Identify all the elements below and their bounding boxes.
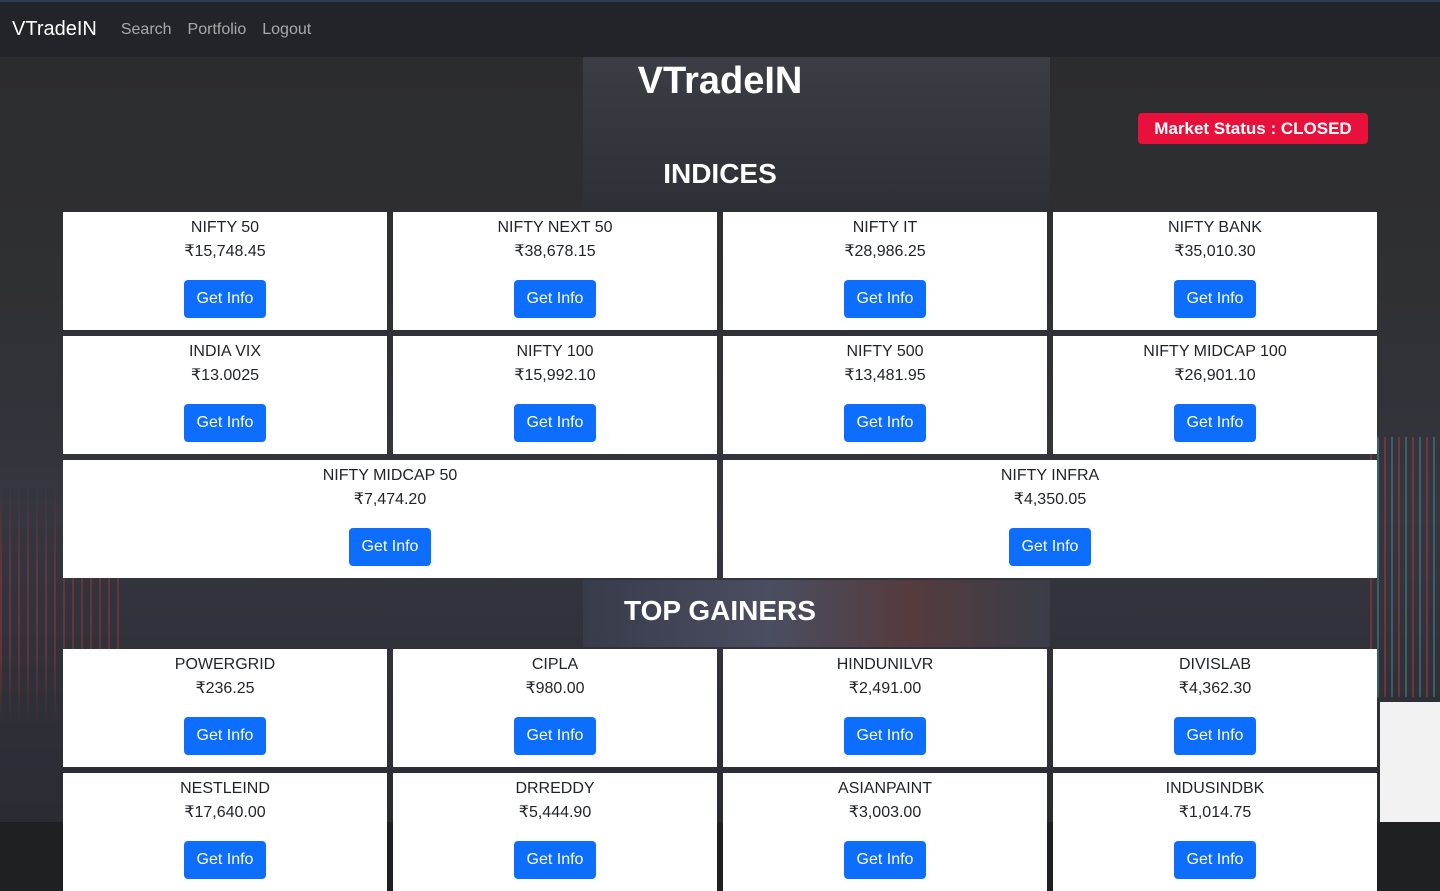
get-info-button[interactable]: Get Info bbox=[1173, 404, 1257, 442]
get-info-button[interactable]: Get Info bbox=[843, 280, 927, 318]
get-info-button[interactable]: Get Info bbox=[843, 404, 927, 442]
card-name: DIVISLAB bbox=[1178, 656, 1252, 673]
stock-card: ASIANPAINT ₹3,003.00 Get Info bbox=[723, 773, 1047, 891]
card-price: ₹980.00 bbox=[525, 680, 585, 697]
stock-card: NIFTY NEXT 50 ₹38,678.15 Get Info bbox=[393, 212, 717, 330]
card-name: INDIA VIX bbox=[188, 343, 262, 360]
navbar-brand[interactable]: VTradeIN bbox=[12, 18, 97, 41]
navbar: VTradeIN Search Portfolio Logout bbox=[0, 0, 1440, 57]
get-info-button[interactable]: Get Info bbox=[183, 717, 267, 755]
card-name: NIFTY 100 bbox=[516, 343, 594, 360]
card-price: ₹28,986.25 bbox=[844, 243, 926, 260]
card-price: ₹17,640.00 bbox=[184, 804, 266, 821]
card-price: ₹15,748.45 bbox=[184, 243, 266, 260]
stock-card: NIFTY MIDCAP 50 ₹7,474.20 Get Info bbox=[63, 460, 717, 578]
card-name: NIFTY NEXT 50 bbox=[497, 219, 613, 236]
stock-card: INDUSINDBK ₹1,014.75 Get Info bbox=[1053, 773, 1377, 891]
card-price: ₹236.25 bbox=[195, 680, 255, 697]
card-name: NIFTY 500 bbox=[846, 343, 924, 360]
card-name: NIFTY INFRA bbox=[1000, 467, 1100, 484]
indices-grid: NIFTY 50 ₹15,748.45 Get Info NIFTY NEXT 50 ₹… bbox=[60, 212, 1380, 578]
card-name: NIFTY MIDCAP 100 bbox=[1143, 343, 1287, 360]
stock-card: DIVISLAB ₹4,362.30 Get Info bbox=[1053, 649, 1377, 767]
card-price: ₹3,003.00 bbox=[848, 804, 922, 821]
get-info-button[interactable]: Get Info bbox=[513, 841, 597, 879]
stock-card: NIFTY MIDCAP 100 ₹26,901.10 Get Info bbox=[1053, 336, 1377, 454]
get-info-button[interactable]: Get Info bbox=[1173, 841, 1257, 879]
background-candles-right bbox=[1370, 437, 1440, 697]
card-name: POWERGRID bbox=[174, 656, 276, 673]
card-name: NIFTY IT bbox=[852, 219, 918, 236]
get-info-button[interactable]: Get Info bbox=[513, 280, 597, 318]
card-name: ASIANPAINT bbox=[838, 780, 932, 797]
stock-card: NIFTY BANK ₹35,010.30 Get Info bbox=[1053, 212, 1377, 330]
card-name: NIFTY BANK bbox=[1168, 219, 1262, 236]
get-info-button[interactable]: Get Info bbox=[1173, 280, 1257, 318]
stock-card: NIFTY INFRA ₹4,350.05 Get Info bbox=[723, 460, 1377, 578]
get-info-button[interactable]: Get Info bbox=[513, 404, 597, 442]
card-price: ₹26,901.10 bbox=[1174, 367, 1256, 384]
stock-card: NIFTY IT ₹28,986.25 Get Info bbox=[723, 212, 1047, 330]
nav-link-search[interactable]: Search bbox=[121, 21, 172, 39]
card-name: NESTLEIND bbox=[180, 780, 270, 797]
card-price: ₹4,350.05 bbox=[1013, 491, 1087, 508]
stock-card: NIFTY 500 ₹13,481.95 Get Info bbox=[723, 336, 1047, 454]
get-info-button[interactable]: Get Info bbox=[1173, 717, 1257, 755]
get-info-button[interactable]: Get Info bbox=[183, 404, 267, 442]
card-price: ₹35,010.30 bbox=[1174, 243, 1256, 260]
card-price: ₹2,491.00 bbox=[848, 680, 922, 697]
card-name: NIFTY 50 bbox=[190, 219, 260, 236]
top-gainers-title: TOP GAINERS bbox=[624, 595, 816, 626]
card-price: ₹13,481.95 bbox=[844, 367, 926, 384]
stock-card: NESTLEIND ₹17,640.00 Get Info bbox=[63, 773, 387, 891]
card-price: ₹15,992.10 bbox=[514, 367, 596, 384]
card-price: ₹13.0025 bbox=[190, 367, 259, 384]
nav-link-portfolio[interactable]: Portfolio bbox=[188, 21, 247, 39]
stock-card: CIPLA ₹980.00 Get Info bbox=[393, 649, 717, 767]
get-info-button[interactable]: Get Info bbox=[843, 841, 927, 879]
card-name: NIFTY MIDCAP 50 bbox=[322, 467, 458, 484]
stock-card: INDIA VIX ₹13.0025 Get Info bbox=[63, 336, 387, 454]
get-info-button[interactable]: Get Info bbox=[1008, 528, 1092, 566]
get-info-button[interactable]: Get Info bbox=[348, 528, 432, 566]
card-price: ₹38,678.15 bbox=[514, 243, 596, 260]
stock-card: DRREDDY ₹5,444.90 Get Info bbox=[393, 773, 717, 891]
card-name: CIPLA bbox=[531, 656, 579, 673]
card-price: ₹5,444.90 bbox=[518, 804, 592, 821]
get-info-button[interactable]: Get Info bbox=[183, 841, 267, 879]
nav-link-logout[interactable]: Logout bbox=[262, 21, 311, 39]
get-info-button[interactable]: Get Info bbox=[843, 717, 927, 755]
stock-card: NIFTY 50 ₹15,748.45 Get Info bbox=[63, 212, 387, 330]
card-name: INDUSINDBK bbox=[1165, 780, 1265, 797]
stock-card: HINDUNILVR ₹2,491.00 Get Info bbox=[723, 649, 1047, 767]
site-title: VTradeIN bbox=[637, 60, 803, 102]
get-info-button[interactable]: Get Info bbox=[183, 280, 267, 318]
stock-card: POWERGRID ₹236.25 Get Info bbox=[63, 649, 387, 767]
background-strip bbox=[1380, 702, 1440, 822]
indices-title: INDICES bbox=[663, 158, 777, 189]
card-price: ₹7,474.20 bbox=[353, 491, 427, 508]
card-price: ₹1,014.75 bbox=[1178, 804, 1252, 821]
top-gainers-grid: POWERGRID ₹236.25 Get Info CIPLA ₹980.00 Get … bbox=[60, 649, 1380, 891]
card-name: HINDUNILVR bbox=[836, 656, 934, 673]
market-status-badge: Market Status : CLOSED bbox=[1138, 113, 1368, 144]
card-name: DRREDDY bbox=[515, 780, 595, 797]
stock-card: NIFTY 100 ₹15,992.10 Get Info bbox=[393, 336, 717, 454]
card-price: ₹4,362.30 bbox=[1178, 680, 1252, 697]
get-info-button[interactable]: Get Info bbox=[513, 717, 597, 755]
